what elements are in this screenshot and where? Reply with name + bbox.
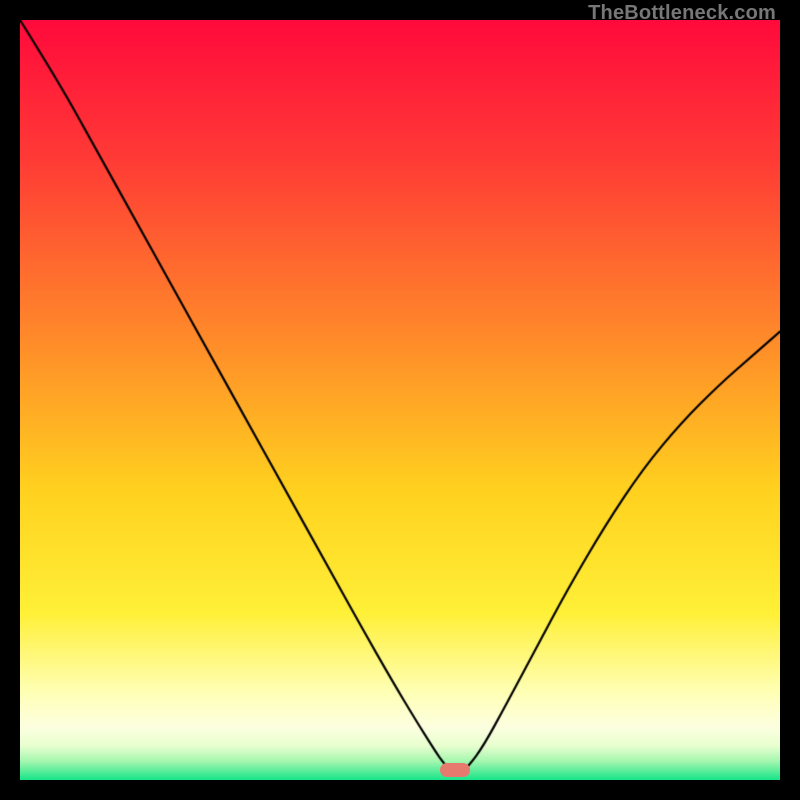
bottleneck-curve [20,20,780,780]
plot-area [20,20,780,780]
chart-frame: TheBottleneck.com [0,0,800,800]
optimal-marker [440,763,470,777]
